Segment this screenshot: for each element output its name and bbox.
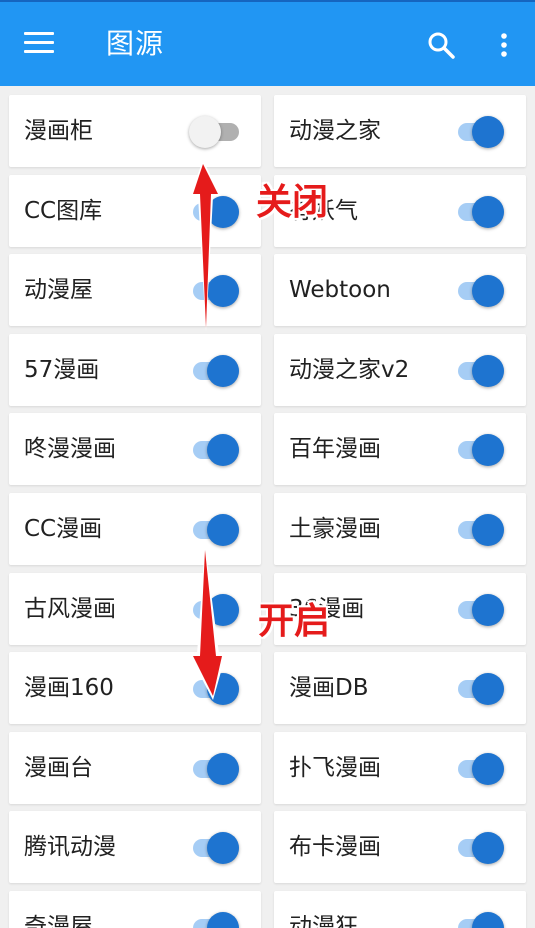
toggle-thumb [472,912,504,928]
source-name: 古风漫画 [24,595,116,622]
source-name: 扑飞漫画 [289,754,381,781]
source-card: 漫画DB [274,652,526,725]
source-name: 漫画台 [24,754,93,781]
source-card: 百年漫画 [274,413,526,486]
source-toggle[interactable] [189,831,243,865]
source-toggle[interactable] [189,115,243,148]
source-toggle[interactable] [454,593,508,626]
source-name: Webtoon [289,277,391,304]
toggle-thumb [472,354,504,387]
source-toggle[interactable] [454,195,508,228]
more-vert-icon[interactable] [494,30,514,60]
source-toggle[interactable] [189,195,243,228]
source-toggle[interactable] [454,672,508,706]
toggle-thumb [207,593,239,626]
source-toggle[interactable] [189,752,243,785]
source-card: 动漫之家v2 [274,333,526,406]
source-card: 动漫狂 [274,891,526,928]
source-name: 漫画160 [24,675,114,702]
source-name: 腾讯动漫 [24,834,116,861]
source-name: 漫画柜 [24,118,93,144]
toggle-thumb [472,116,504,148]
source-card: 漫画160 [9,652,261,725]
source-name: 漫画DB [289,675,369,702]
toggle-thumb [472,434,504,467]
annotation-label-on: 开启 [258,600,331,642]
page-title: 图源 [106,27,165,60]
source-card: 咚漫漫画 [9,413,261,486]
toggle-thumb [207,673,239,706]
source-card: 古风漫画 [9,572,261,645]
source-card: 动漫之家 [274,95,526,167]
toggle-thumb [207,434,239,467]
source-name: 咚漫漫画 [24,436,116,463]
source-name: 动漫之家 [289,118,381,144]
toggle-thumb [207,832,239,865]
source-toggle[interactable] [189,593,243,626]
source-card: 动漫屋 [9,254,261,327]
toggle-thumb [207,195,239,228]
source-card: CC图库 [9,174,261,247]
menu-icon[interactable] [24,32,54,56]
toggle-thumb [472,514,504,546]
toggle-thumb [472,275,504,308]
source-card: 奇漫屋 [9,891,261,928]
source-toggle[interactable] [454,513,508,546]
toggle-thumb [207,752,239,785]
toggle-thumb [207,514,239,546]
source-name: 奇漫屋 [24,914,93,928]
source-card: 土豪漫画 [274,493,526,565]
source-toggle[interactable] [454,274,508,308]
app-bar: 图源 [0,2,535,86]
source-toggle[interactable] [454,831,508,865]
source-name: 布卡漫画 [289,834,381,861]
source-toggle[interactable] [189,354,243,387]
source-toggle[interactable] [454,433,508,467]
toggle-thumb [472,195,504,228]
toggle-thumb [189,116,221,148]
source-card: 扑飞漫画 [274,731,526,804]
source-card: 布卡漫画 [274,811,526,884]
source-toggle[interactable] [189,911,243,928]
source-name: 动漫之家v2 [289,356,410,383]
annotation-label-off: 关闭 [256,181,329,223]
source-card: 57漫画 [9,333,261,406]
source-card: 漫画台 [9,731,261,804]
toggle-thumb [472,832,504,865]
toggle-thumb [472,593,504,626]
source-toggle[interactable] [454,115,508,148]
source-toggle[interactable] [189,513,243,546]
toggle-thumb [207,275,239,308]
source-name: 百年漫画 [289,436,381,463]
source-toggle[interactable] [189,672,243,706]
source-card: 漫画柜 [9,95,261,167]
source-toggle[interactable] [454,354,508,387]
source-toggle[interactable] [454,752,508,785]
source-name: 57漫画 [24,356,100,383]
toggle-thumb [472,752,504,785]
source-card: CC漫画 [9,493,261,565]
source-card: Webtoon [274,254,526,327]
source-card: 腾讯动漫 [9,811,261,884]
source-toggle[interactable] [454,911,508,928]
toggle-thumb [472,673,504,706]
source-name: 土豪漫画 [289,516,381,542]
search-icon[interactable] [426,30,456,60]
source-toggle[interactable] [189,274,243,308]
toggle-thumb [207,912,239,928]
source-name: CC漫画 [24,516,103,542]
toggle-thumb [207,354,239,387]
source-name: CC图库 [24,197,103,224]
source-name: 动漫狂 [289,914,358,928]
source-name: 动漫屋 [24,277,93,304]
source-toggle[interactable] [189,433,243,467]
